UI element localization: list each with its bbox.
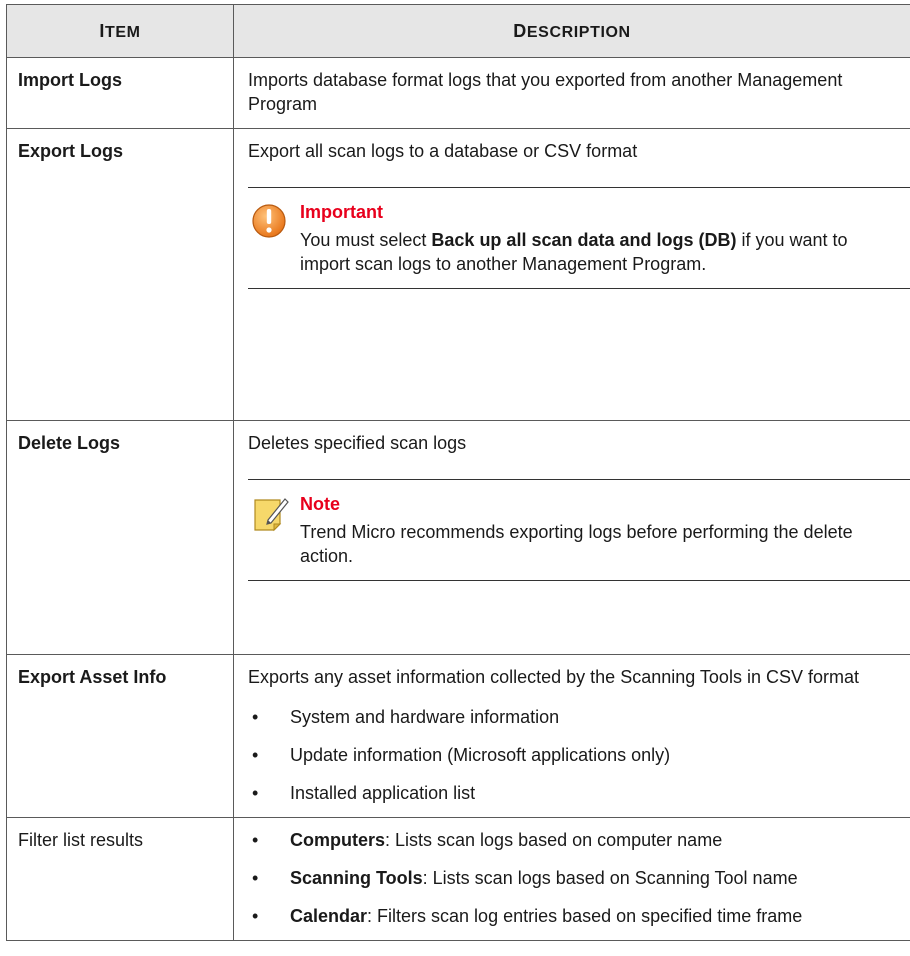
bullet-list: • System and hardware information • Update… — [248, 705, 910, 805]
description-text: Deletes specified scan logs — [248, 433, 467, 453]
list-item: • Calendar: Filters scan log entries base… — [252, 906, 803, 926]
table-row: Filter list results • Computers: Lists sc… — [6, 817, 910, 941]
bullet-list: • Computers: Lists scan logs based on com… — [248, 828, 910, 928]
exclamation-circle-icon — [252, 202, 286, 246]
list-item: • Update information (Microsoft applicati… — [252, 745, 671, 765]
description-text: Exports any asset information collected … — [248, 667, 859, 687]
table-row: Import Logs Imports database format logs… — [6, 57, 910, 129]
row-item-import-logs: Import Logs — [6, 57, 234, 129]
table-row: Export Asset Info Exports any asset info… — [6, 654, 910, 818]
important-admonition: Important You must select Back up all sc… — [248, 187, 910, 289]
row-desc-export-asset-info: Exports any asset information collected … — [233, 654, 910, 818]
row-desc-export-logs: Export all scan logs to a database or CS… — [233, 128, 910, 421]
column-header-description: DESCRIPTION — [233, 4, 910, 58]
note-title: Note — [300, 494, 340, 514]
table-header-row: ITEM DESCRIPTION — [6, 4, 910, 58]
note-admonition: Note Trend Micro recommends exporting lo… — [248, 479, 910, 581]
note-pencil-icon — [252, 494, 290, 538]
row-item-delete-logs: Delete Logs — [6, 420, 234, 655]
column-header-item: ITEM — [6, 4, 234, 58]
table-row: Delete Logs Deletes specified scan logs … — [6, 420, 910, 655]
description-text: Export all scan logs to a database or CS… — [248, 141, 638, 161]
list-item: • Scanning Tools: Lists scan logs based o… — [252, 868, 798, 888]
list-item: • Installed application list — [252, 783, 476, 803]
row-desc-delete-logs: Deletes specified scan logs Note Trend M… — [233, 420, 910, 655]
table-row: Export Logs Export all scan logs to a da… — [6, 128, 910, 421]
important-title: Important — [300, 202, 383, 222]
important-text: You must select Back up all scan data an… — [300, 230, 848, 274]
description-text: Imports database format logs that you ex… — [248, 70, 843, 114]
list-item: • System and hardware information — [252, 707, 560, 727]
row-desc-filter-list-results: • Computers: Lists scan logs based on com… — [233, 817, 910, 941]
note-text: Trend Micro recommends exporting logs be… — [300, 522, 853, 566]
row-item-filter-list-results: Filter list results — [6, 817, 234, 941]
list-item: • Computers: Lists scan logs based on com… — [252, 830, 723, 850]
row-desc-import-logs: Imports database format logs that you ex… — [233, 57, 910, 129]
log-actions-table: ITEM DESCRIPTION Import Logs Imports dat… — [6, 4, 910, 941]
row-item-export-logs: Export Logs — [6, 128, 234, 421]
row-item-export-asset-info: Export Asset Info — [6, 654, 234, 818]
